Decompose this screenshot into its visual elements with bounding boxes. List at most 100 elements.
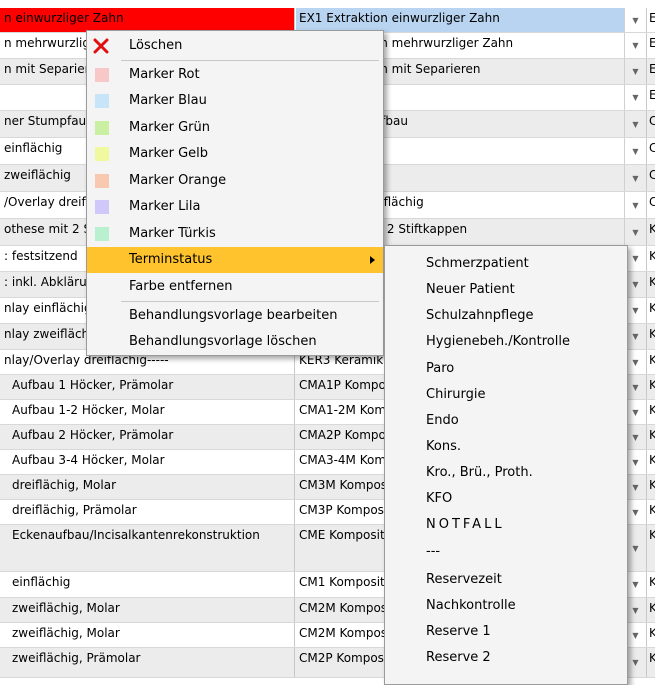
dropdown-arrow-icon[interactable]: ▼ xyxy=(624,111,646,137)
dropdown-arrow-icon[interactable]: ▼ xyxy=(624,33,646,58)
red-swatch-icon xyxy=(95,68,109,82)
submenu-item[interactable]: Paro xyxy=(426,361,454,376)
cell-extra[interactable]: C xyxy=(646,111,655,137)
menu-item-label: Behandlungsvorlage löschen xyxy=(129,334,317,349)
cell-extra[interactable]: E xyxy=(646,85,655,110)
submenu-item[interactable]: Schulzahnpflege xyxy=(426,308,533,323)
menu-item-terminstatus[interactable]: Terminstatus xyxy=(87,247,383,273)
submenu-item[interactable]: Reservezeit xyxy=(426,572,502,587)
dropdown-arrow-icon[interactable]: ▼ xyxy=(624,8,646,32)
menu-item-marker-gelb[interactable]: Marker Gelb xyxy=(87,141,383,167)
menu-item-delete[interactable]: Löschen xyxy=(87,33,383,59)
menu-item-marker-orange[interactable]: Marker Orange xyxy=(87,168,383,194)
dropdown-arrow-icon[interactable]: ▼ xyxy=(624,138,646,164)
yellow-swatch-icon xyxy=(95,147,109,161)
cell-extra[interactable]: E xyxy=(646,59,655,84)
menu-item-label: Farbe entfernen xyxy=(129,279,233,294)
cell-description[interactable]: einflächig xyxy=(0,572,295,597)
menu-item-label: Marker Blau xyxy=(129,93,207,108)
cell-extra[interactable]: C xyxy=(646,192,655,218)
cell-extra[interactable]: K xyxy=(646,450,655,474)
dropdown-arrow-icon[interactable]: ▼ xyxy=(624,192,646,218)
cell-code[interactable]: EX1 Extraktion einwurzliger Zahn xyxy=(296,8,624,32)
menu-item-marker-rot[interactable]: Marker Rot xyxy=(87,62,383,88)
cell-description[interactable]: Aufbau 1 Höcker, Prämolar xyxy=(0,375,295,399)
menu-item-marker-blau[interactable]: Marker Blau xyxy=(87,88,383,114)
submenu-item[interactable]: Schmerzpatient xyxy=(426,256,529,271)
cell-description[interactable]: n einwurzliger Zahn xyxy=(0,8,295,32)
submenu-item[interactable]: Reserve 1 xyxy=(426,624,491,639)
submenu-item[interactable]: Hygienebeh./Kontrolle xyxy=(426,334,570,349)
purple-swatch-icon xyxy=(95,200,109,214)
menu-item-label: Marker Rot xyxy=(129,67,200,82)
submenu-item[interactable]: KFO xyxy=(426,491,452,506)
submenu-item[interactable]: Nachkontrolle xyxy=(426,598,516,613)
cell-extra[interactable]: K xyxy=(646,246,655,271)
cell-extra[interactable]: K xyxy=(646,648,655,677)
cell-extra[interactable]: K xyxy=(646,400,655,424)
delete-x-icon xyxy=(93,38,109,54)
menu-separator xyxy=(121,60,379,61)
cell-extra[interactable]: K xyxy=(646,425,655,449)
menu-item-marker-lila[interactable]: Marker Lila xyxy=(87,194,383,220)
cell-description[interactable]: Aufbau 2 Höcker, Prämolar xyxy=(0,425,295,449)
menu-item-vorlage-loeschen[interactable]: Behandlungsvorlage löschen xyxy=(87,329,383,355)
cell-extra[interactable]: K xyxy=(646,219,655,245)
dropdown-arrow-icon[interactable]: ▼ xyxy=(624,59,646,84)
menu-item-marker-gruen[interactable]: Marker Grün xyxy=(87,115,383,141)
dropdown-arrow-icon[interactable]: ▼ xyxy=(624,165,646,191)
submenu-arrow-icon xyxy=(370,256,375,264)
cell-description[interactable]: Aufbau 3-4 Höcker, Molar xyxy=(0,450,295,474)
cell-description[interactable]: Eckenaufbau/Incisalkantenrekonstruktion xyxy=(0,525,295,571)
cell-extra[interactable]: K xyxy=(646,324,655,349)
menu-item-label: Löschen xyxy=(129,38,183,53)
cell-extra[interactable]: K xyxy=(646,572,655,597)
submenu-item[interactable]: Kro., Brü., Proth. xyxy=(426,465,533,480)
dropdown-arrow-icon[interactable]: ▼ xyxy=(624,219,646,245)
cell-extra[interactable]: K xyxy=(646,475,655,499)
blue-swatch-icon xyxy=(95,94,109,108)
cell-extra[interactable]: K xyxy=(646,298,655,323)
cell-description[interactable]: zweiflächig, Molar xyxy=(0,623,295,647)
cell-extra[interactable]: K xyxy=(646,500,655,524)
orange-swatch-icon xyxy=(95,174,109,188)
menu-item-label: Marker Grün xyxy=(129,120,210,135)
menu-item-label: Terminstatus xyxy=(129,252,213,267)
menu-item-label: Behandlungsvorlage bearbeiten xyxy=(129,308,338,323)
submenu-item[interactable]: Kons. xyxy=(426,439,461,454)
context-menu: Löschen Marker Rot Marker Blau Marker Gr… xyxy=(86,30,384,356)
submenu-item[interactable]: Endo xyxy=(426,413,459,428)
menu-item-vorlage-bearbeiten[interactable]: Behandlungsvorlage bearbeiten xyxy=(87,303,383,329)
cell-extra[interactable]: K xyxy=(646,598,655,622)
cell-extra[interactable]: E xyxy=(646,33,655,58)
cell-description[interactable]: zweiflächig, Prämolar xyxy=(0,648,295,677)
dropdown-arrow-icon[interactable]: ▼ xyxy=(624,85,646,110)
submenu-item[interactable]: Neuer Patient xyxy=(426,282,515,297)
cell-extra[interactable]: C xyxy=(646,138,655,164)
menu-separator xyxy=(121,301,379,302)
submenu-item[interactable]: --- xyxy=(426,544,440,559)
menu-item-marker-tuerkis[interactable]: Marker Türkis xyxy=(87,221,383,247)
cell-extra[interactable]: K xyxy=(646,375,655,399)
cell-extra[interactable]: K xyxy=(646,350,655,374)
menu-item-label: Marker Lila xyxy=(129,199,201,214)
cell-extra[interactable]: K xyxy=(646,623,655,647)
cell-extra[interactable]: C xyxy=(646,165,655,191)
cell-description[interactable]: zweiflächig, Molar xyxy=(0,598,295,622)
cell-description[interactable]: dreiflächig, Prämolar xyxy=(0,500,295,524)
menu-item-label: Marker Gelb xyxy=(129,146,209,161)
menu-item-farbe-entfernen[interactable]: Farbe entfernen xyxy=(87,274,383,300)
green-swatch-icon xyxy=(95,121,109,135)
turquoise-swatch-icon xyxy=(95,227,109,241)
cell-extra[interactable]: E xyxy=(646,8,655,32)
submenu-item[interactable]: Reserve 2 xyxy=(426,650,491,665)
cell-description[interactable]: dreiflächig, Molar xyxy=(0,475,295,499)
submenu-item[interactable]: NOTFALL xyxy=(426,517,505,532)
submenu-item[interactable]: Chirurgie xyxy=(426,387,486,402)
cell-extra[interactable]: K xyxy=(646,272,655,297)
menu-item-label: Marker Türkis xyxy=(129,226,216,241)
cell-extra[interactable]: K I xyxy=(646,525,655,571)
terminstatus-submenu: Schmerzpatient Neuer Patient Schulzahnpf… xyxy=(384,245,628,685)
menu-item-label: Marker Orange xyxy=(129,173,227,188)
cell-description[interactable]: Aufbau 1-2 Höcker, Molar xyxy=(0,400,295,424)
